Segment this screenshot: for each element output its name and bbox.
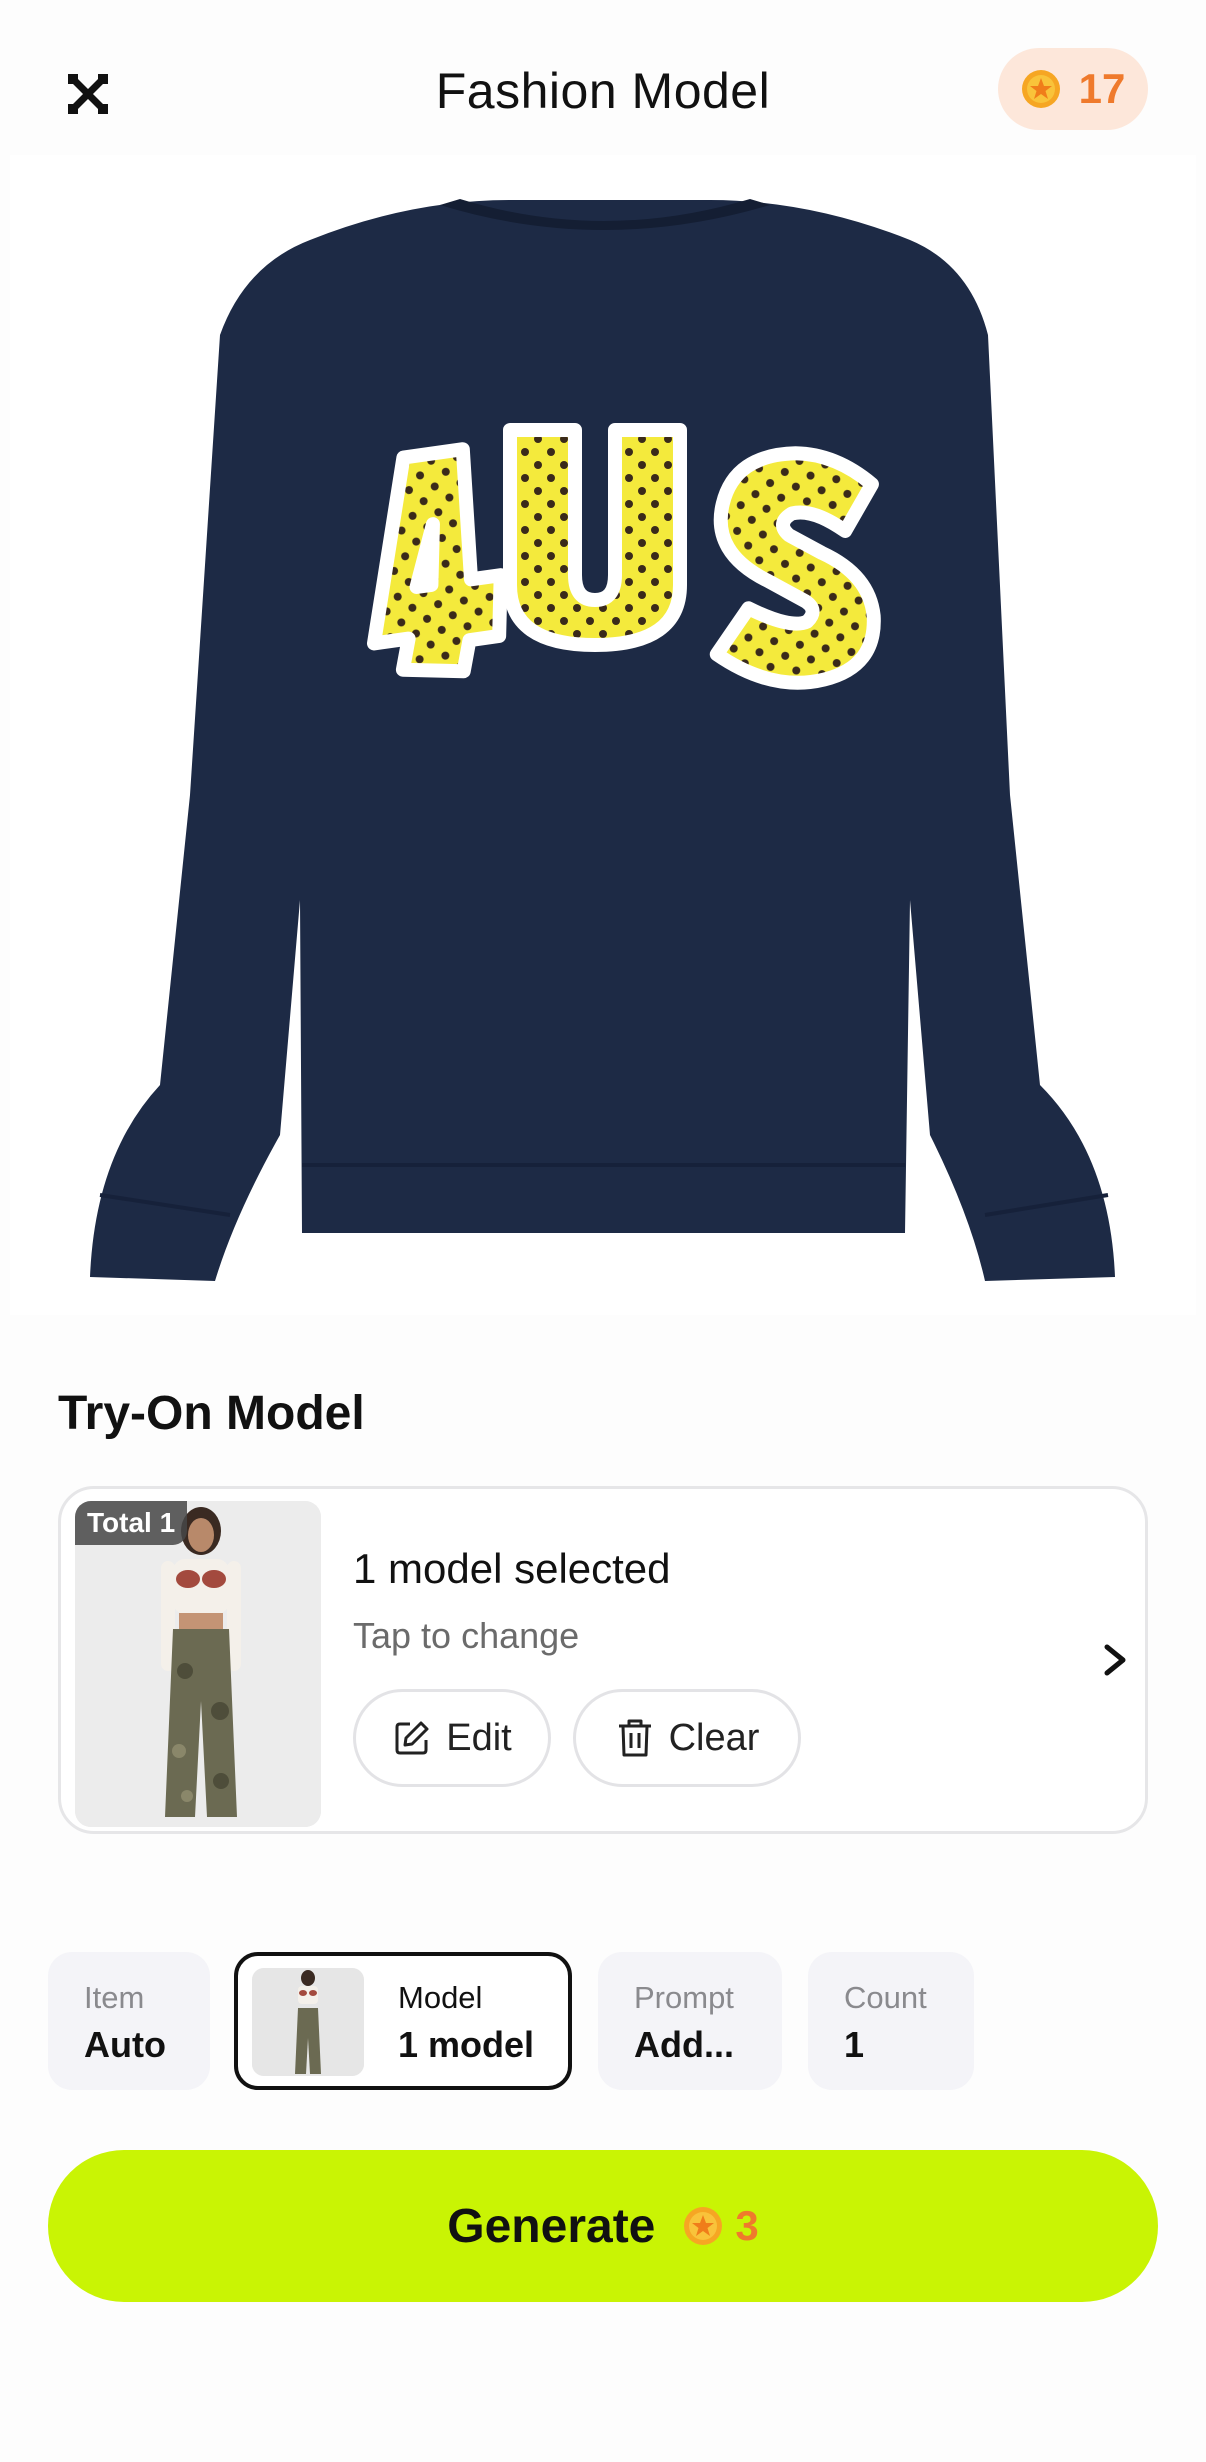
- coin-balance-badge[interactable]: 17: [998, 48, 1148, 130]
- option-count-value: 1: [844, 2024, 865, 2065]
- total-count-tag: Total 1: [75, 1501, 188, 1545]
- option-prompt-value: Add...: [634, 2024, 734, 2065]
- option-count-label: Count: [844, 1980, 927, 2015]
- section-title-try-on-model: Try-On Model: [58, 1387, 365, 1440]
- option-count[interactable]: Count 1: [808, 1952, 974, 2090]
- selected-model-card[interactable]: Total 1 1 model selected Tap to change E…: [58, 1486, 1148, 1834]
- model-selected-text: 1 model selected: [353, 1545, 671, 1592]
- coin-count: 17: [1078, 65, 1126, 112]
- edit-button[interactable]: Edit: [353, 1689, 551, 1787]
- chevron-right-icon[interactable]: [1095, 1635, 1135, 1685]
- option-prompt[interactable]: Prompt Add...: [598, 1952, 782, 2090]
- option-item-value: Auto: [84, 2024, 166, 2065]
- clear-button[interactable]: Clear: [573, 1689, 801, 1787]
- app-header: Fashion Model 17: [0, 0, 1206, 160]
- coin-icon: [1021, 70, 1060, 108]
- clear-label: Clear: [668, 1716, 760, 1759]
- model-photo: [75, 1501, 321, 1827]
- tap-to-change-hint: Tap to change: [353, 1615, 580, 1656]
- generate-cost-value: 3: [735, 2202, 759, 2249]
- product-image[interactable]: [10, 155, 1196, 1315]
- model-photo-small: [252, 1968, 364, 2076]
- option-model-thumbnail: [252, 1968, 364, 2076]
- option-model-value: 1 model: [398, 2024, 535, 2065]
- option-model-label: Model: [398, 1980, 483, 2015]
- option-item[interactable]: Item Auto: [48, 1952, 210, 2090]
- option-model[interactable]: Model 1 model: [234, 1952, 572, 2090]
- generate-cost: 3: [683, 2202, 759, 2250]
- edit-pencil-icon: [395, 1721, 429, 1755]
- option-prompt-label: Prompt: [634, 1980, 734, 2015]
- edit-label: Edit: [446, 1716, 512, 1759]
- sweatshirt-image: [90, 199, 1115, 1281]
- model-thumbnail: Total 1: [75, 1501, 321, 1827]
- generate-button[interactable]: Generate 3: [48, 2150, 1158, 2302]
- option-item-label: Item: [84, 1980, 145, 2015]
- trash-icon: [618, 1719, 651, 1757]
- coin-icon: [684, 2207, 723, 2245]
- generate-label: Generate: [447, 2199, 656, 2253]
